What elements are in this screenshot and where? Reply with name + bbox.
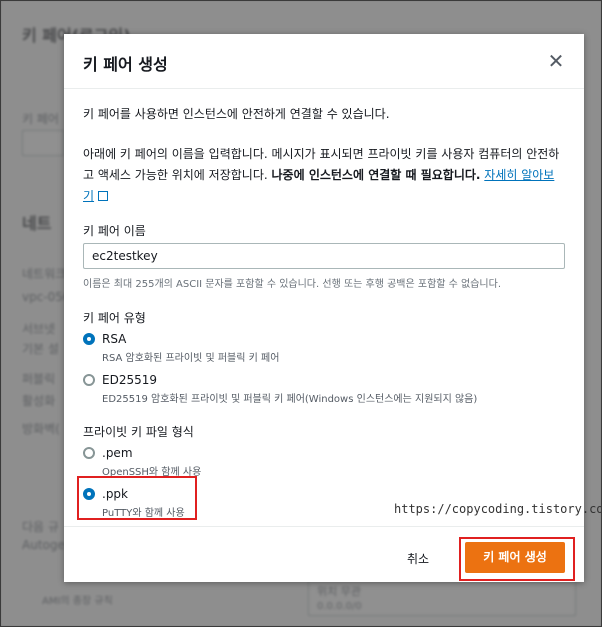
create-key-pair-dialog: 키 페어 생성 ✕ 키 페어를 사용하면 인스턴스에 안전하게 연결할 수 있습…	[64, 34, 602, 582]
modal-footer	[64, 526, 584, 527]
radio-description: ED25519 암호화된 프라이빗 및 퍼블릭 키 페어(Windows 인스턴…	[102, 394, 478, 405]
radio-unselected-icon[interactable]	[83, 447, 95, 459]
radio-description: RSA 암호화된 프라이빗 및 퍼블릭 키 페어	[102, 353, 280, 364]
intro-text: 키 페어를 사용하면 인스턴스에 안전하게 연결할 수 있습니다.	[83, 107, 390, 121]
radio-unselected-icon[interactable]	[83, 374, 95, 386]
radio-label: .pem	[102, 446, 133, 460]
watermark-url: https://copycoding.tistory.com/	[394, 502, 602, 516]
key-pair-name-input[interactable]	[83, 243, 565, 269]
radio-selected-icon[interactable]	[83, 333, 95, 345]
modal-header: 키 페어 생성 ✕	[64, 34, 584, 89]
key-pair-name-hint: 이름은 최대 255개의 ASCII 문자를 포함할 수 있습니다. 선행 또는…	[83, 279, 502, 290]
modal-title: 키 페어 생성	[83, 55, 168, 74]
key-pair-name-label: 키 페어 이름	[83, 224, 146, 238]
radio-label: ED25519	[102, 373, 157, 387]
close-icon[interactable]: ✕	[546, 51, 566, 71]
instructions-text: 아래에 키 페어의 이름을 입력합니다. 메시지가 표시되면 프라이빗 키를 사…	[83, 144, 563, 207]
ppk-highlight-box	[77, 476, 197, 520]
radio-label: RSA	[102, 332, 127, 346]
cancel-button[interactable]: 취소	[407, 550, 429, 567]
external-link-icon	[98, 191, 109, 201]
create-key-pair-button[interactable]: 키 페어 생성	[465, 542, 565, 573]
key-pair-type-label: 키 페어 유형	[83, 311, 146, 325]
private-key-format-label: 프라이빗 키 파일 형식	[83, 425, 194, 439]
instructions-bold: 나중에 인스턴스에 연결할 때 필요합니다.	[271, 168, 481, 182]
